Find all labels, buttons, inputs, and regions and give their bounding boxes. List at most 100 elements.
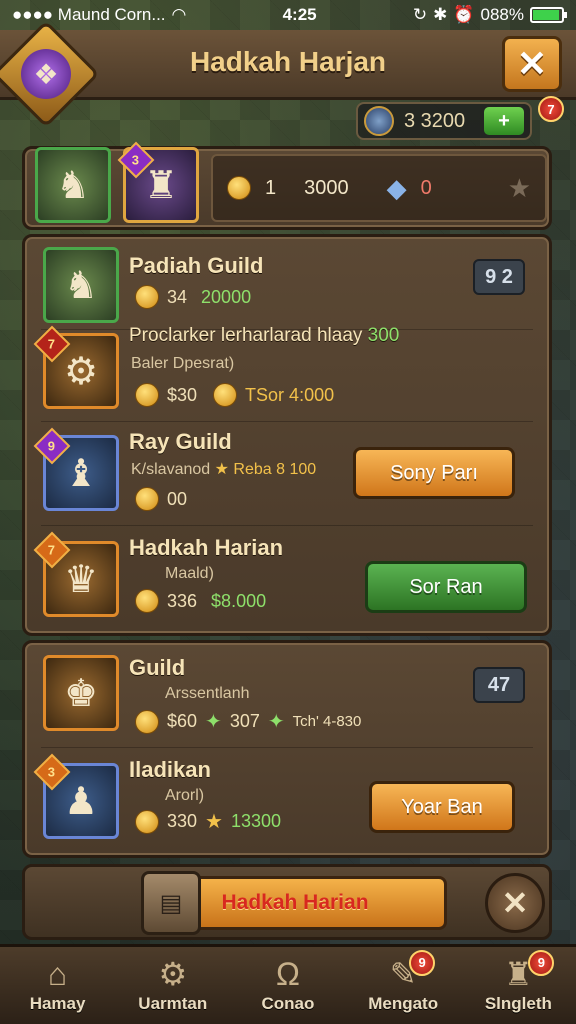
- golem-hero-icon: ⚙: [63, 350, 99, 393]
- guild-stat-a: 330: [167, 811, 198, 831]
- guild-stats: 330 ★ 13300: [135, 809, 281, 834]
- blue-coin-icon: [364, 106, 394, 136]
- guild-stats: $60 ✦ 307 ✦ Tch' 4-830: [135, 709, 361, 734]
- gold-coin-icon: [135, 709, 159, 734]
- armored-hero-icon: ♞: [55, 164, 91, 207]
- guild-stat-b: $8.000: [211, 590, 267, 611]
- gold-coin-icon: [135, 589, 159, 613]
- currency-value: 3 3200: [404, 109, 466, 132]
- guild-level-pill: 47: [473, 667, 525, 703]
- guild-title: Hadkah Harian: [129, 535, 284, 560]
- gold-coin-icon: [135, 285, 159, 309]
- horseshoe-icon: Ω: [276, 955, 300, 992]
- guild-avatar[interactable]: ♞: [43, 247, 119, 323]
- resource-panel: ♞ ♜ 3 1 3000 ◆ 0 ★: [22, 141, 552, 230]
- guild-title: Iladikan: [129, 757, 211, 782]
- guild-title: Proclarker lerharlarad hlaay 300: [129, 325, 400, 346]
- guild-stat-b: 20000: [201, 286, 252, 307]
- nav-label: Hamay: [29, 993, 86, 1013]
- status-bar: ●●●● Maund Corn... ◠ 4:25 ↻ ✱ ⏰ 088%: [0, 0, 576, 30]
- nav-item-mengato[interactable]: ✎ Mengato 9: [353, 946, 453, 1024]
- nav-item-hamay[interactable]: ⌂ Hamay: [8, 946, 108, 1024]
- star-icon: ★: [214, 461, 229, 478]
- crossed-swords-icon: ✕: [516, 43, 548, 84]
- guild-level-pill: 9 2: [473, 259, 525, 295]
- star-icon[interactable]: ★: [508, 173, 531, 204]
- clock: 4:25: [282, 5, 317, 24]
- guild-title: Ray Guild: [129, 429, 232, 454]
- alarm-icon: ⏰: [453, 5, 475, 24]
- guild-stat-a: 00: [167, 488, 188, 509]
- spirit-hero-icon: ♝: [63, 452, 99, 495]
- guild-stat-a: 34: [167, 286, 188, 307]
- leaf-icon: ✦: [267, 711, 285, 733]
- resource-summary: 1 3000 ◆ 0 ★: [211, 154, 547, 222]
- guild-title: Padiah Guild: [129, 253, 264, 278]
- star-icon: ★: [205, 811, 223, 833]
- nav-label: Conao: [261, 993, 315, 1013]
- gear-icon: ⚙: [158, 955, 188, 992]
- currency-notification-badge: 7: [538, 96, 564, 122]
- gold-coin-icon: [135, 809, 159, 834]
- battery-icon: [529, 7, 567, 23]
- guild-title: Guild: [129, 655, 186, 680]
- guild-stat-a: $30: [167, 384, 198, 405]
- leaf-icon: ✦: [205, 711, 222, 733]
- dragon-hero-icon: ♛: [63, 558, 99, 601]
- battery-percent: 088%: [480, 5, 524, 24]
- guild-stat-b: TSor 4:000: [245, 384, 335, 405]
- gem-icon: ◆: [386, 172, 407, 203]
- crossed-swords-button[interactable]: ✕: [502, 36, 562, 92]
- nav-notification-badge: 9: [528, 949, 555, 976]
- nav-notification-badge: 9: [409, 949, 436, 976]
- guild-subtitle: Arssentlanh: [165, 685, 250, 702]
- add-currency-button[interactable]: +: [484, 107, 524, 135]
- bottom-navigation: ⌂ Hamay ⚙ Uarmtan Ω Conao ✎ Mengato 9 ♜ …: [0, 944, 576, 1024]
- guild-action-button[interactable]: Yoar Ban: [369, 781, 515, 833]
- warlord-hero-icon: ♚: [63, 672, 99, 715]
- rotation-lock-icon: ↻: [412, 5, 428, 24]
- guild-subtitle: Arorl): [165, 787, 205, 804]
- guild-stats: 336 $8.000: [135, 589, 266, 613]
- guild-stats: $30 TSor 4:000: [135, 383, 334, 407]
- guild-stat-a: 336: [167, 590, 198, 611]
- lever-handle-icon: ▤: [141, 871, 201, 935]
- nav-label: Uarmtan: [138, 993, 208, 1013]
- guild-subtitle: Baler Dpesrat): [131, 355, 235, 372]
- nav-item-slngleth[interactable]: ♜ Slngleth 9: [468, 946, 568, 1024]
- guild-stats: 34 20000: [135, 285, 251, 309]
- guild-avatar[interactable]: ♚: [43, 655, 119, 731]
- beast-hero-icon: ♟: [63, 780, 99, 823]
- house-icon: ⌂: [47, 955, 68, 992]
- gem-count: 0: [420, 176, 432, 199]
- purple-hero-icon: ♜: [143, 164, 179, 207]
- guild-list-panel: ♞ Padiah Guild 34 20000 9 2 ⚙ 7 Proclark…: [22, 234, 552, 636]
- bluetooth-icon: ✱: [433, 5, 448, 24]
- gold-coin-icon: [213, 383, 238, 407]
- guild-subtitle: K/slavanod ★ Reba 8 100: [131, 461, 317, 478]
- guild-action-button[interactable]: Sony Parı: [353, 447, 515, 499]
- guild-stats: 00: [135, 487, 187, 511]
- nav-label: Mengato: [368, 993, 439, 1013]
- nav-item-uarmtan[interactable]: ⚙ Uarmtan: [123, 946, 223, 1024]
- guild-stat-b: 307: [229, 711, 260, 731]
- nav-item-conao[interactable]: Ω Conao: [238, 946, 338, 1024]
- guild-stat-a: $60: [167, 711, 198, 731]
- gold-total: 3000: [304, 176, 349, 199]
- gold-count: 1: [265, 176, 277, 199]
- guild-action-button[interactable]: Sor Ran: [365, 561, 527, 613]
- guild-subtitle: Maald): [165, 565, 214, 582]
- page-title: Hadkah Harjan: [189, 46, 387, 77]
- bottom-action-bar: Hadkah Harian ▤ ✕: [22, 864, 552, 940]
- guild-stat-b: 13300: [230, 811, 282, 831]
- hero-card-selected[interactable]: ♞: [35, 147, 111, 223]
- guild-stat-c: Tch' 4-830: [292, 713, 362, 730]
- row-divider: [41, 421, 533, 422]
- row-divider: [41, 747, 533, 748]
- close-round-button[interactable]: ✕: [485, 873, 545, 933]
- gold-coin-icon: [135, 487, 159, 511]
- gold-coin-icon: [227, 176, 251, 200]
- carrier-label: ●●●● Maund Corn...: [12, 5, 166, 24]
- knight-hero-icon: ♞: [63, 264, 99, 307]
- gold-coin-icon: [135, 383, 159, 407]
